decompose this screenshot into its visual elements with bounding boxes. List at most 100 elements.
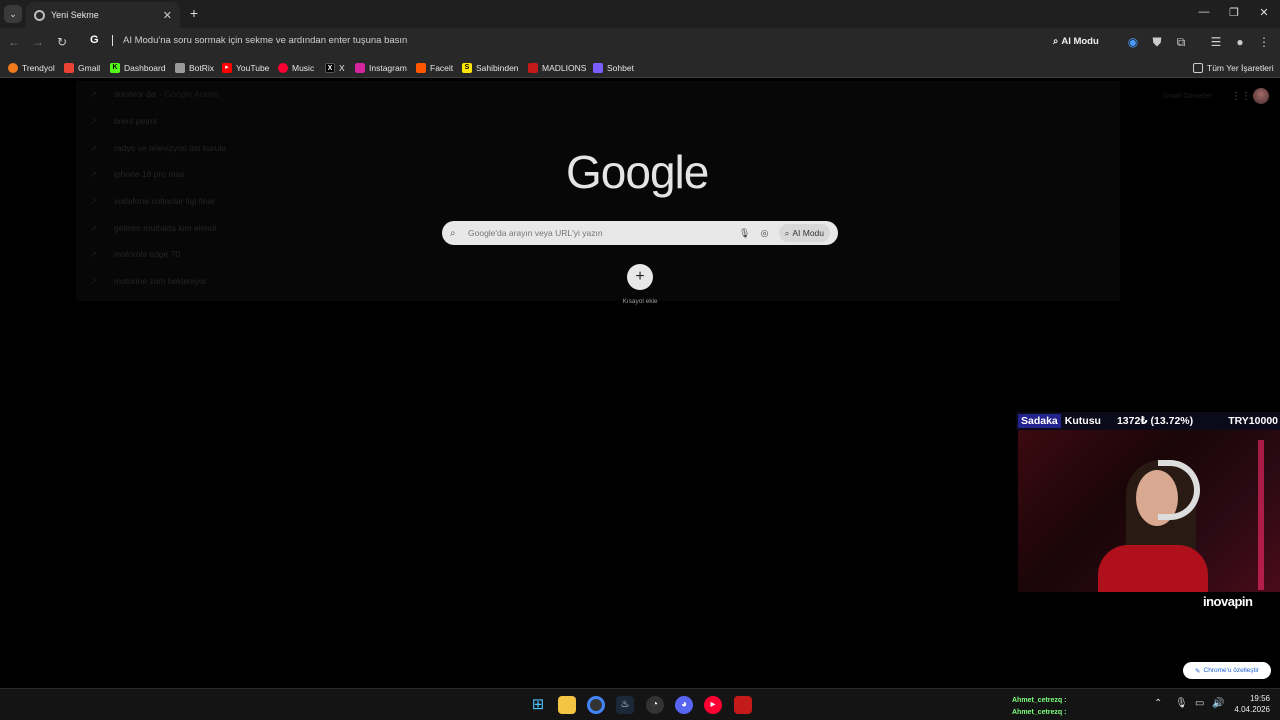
bookmark-gmail[interactable]: Gmail [64,61,100,74]
tab-search-button[interactable]: ⌄ [4,5,22,23]
suggestion-item[interactable]: ↗ radyo ve televizyon üst kurulu [90,143,226,153]
bookmark-trendyol[interactable]: Trendyol [8,61,55,74]
chat-line: Ahmet_cetrezq : [1012,697,1066,704]
sahibinden-icon: S [462,62,472,73]
trendyol-icon [8,62,18,73]
bookmark-faceit[interactable]: Faceit [416,61,453,74]
obs-icon[interactable]: ◔ [646,696,664,714]
audio-icon[interactable]: ◉ [1125,34,1141,50]
chevron-down-icon: ⌄ [9,8,17,19]
top-links[interactable]: Gmail Görseller [1163,93,1212,100]
lens-icon[interactable]: ◎ [757,228,773,239]
donation-title-a: Sadaka [1018,414,1061,428]
avatar[interactable] [1253,88,1269,104]
bookmark-label: Sohbet [607,62,634,73]
chat-username: Ahmet_cetrezq : [1012,709,1067,716]
music-icon [278,62,288,73]
ai-mode-label: AI Modu [792,228,824,238]
suggestion-item[interactable]: ↗ iphone 18 pro max [90,169,184,179]
media-icon[interactable]: ☰ [1208,34,1224,50]
person-shirt [1098,545,1208,592]
bookmark-instagram[interactable]: Instagram [355,61,407,74]
bookmark-dashboard[interactable]: K Dashboard [110,61,166,74]
add-shortcut-button[interactable]: + [627,264,653,290]
bookmarks-bar: Trendyol Gmail K Dashboard BotRix ▸ YouTub… [0,56,1280,78]
extensions-icon[interactable]: ⧉ [1173,34,1189,50]
bookmark-label: Dashboard [124,62,166,73]
maximize-button[interactable]: ❐ [1227,6,1241,19]
forward-icon[interactable]: → [30,34,46,50]
steam-icon[interactable]: ♨ [616,696,634,714]
trending-icon: ↗ [90,169,97,179]
profile-icon[interactable]: ● [1232,34,1248,50]
chat-line: Ahmet_cetrezq : [1012,709,1066,716]
suggestion-item[interactable]: ↗ motorola edge 70 [90,249,180,259]
network-icon[interactable]: ▭ [1195,698,1204,709]
taskbar: ⊞ ♨ ◔ ◕ ▸ Ahmet_cetrezq : Ahmet_cetrezq … [0,688,1280,720]
bookmark-label: YouTube [236,62,270,73]
new-tab-page: ↗ survivor da - Google Arama ↗ brent petrol… [0,79,1280,688]
webcam-feed [1018,430,1280,592]
microphone-icon[interactable]: 🎙 [737,228,753,239]
suggestion-item[interactable]: ↗ survivor da - Google Arama [90,89,219,99]
mixer-app-icon[interactable] [734,696,752,714]
shield-icon[interactable]: ⛊ [1149,34,1165,50]
bookmark-madlions[interactable]: MADLIONS [528,61,586,74]
ai-search-icon: ⌕ [1053,36,1059,47]
trending-icon: ↗ [90,143,97,153]
volume-icon[interactable]: 🔊 [1212,698,1224,709]
music-player-icon[interactable]: ▸ [704,696,722,714]
tab-title: Yeni Sekme [51,10,99,20]
file-explorer-icon[interactable] [558,696,576,714]
tray-chevron-icon[interactable]: ⌃ [1154,698,1162,709]
bookmark-sohbet[interactable]: Sohbet [593,61,634,74]
faceit-icon [416,62,426,73]
bookmark-x[interactable]: XX [325,61,345,74]
back-icon[interactable]: ← [6,34,22,50]
tab-new-tab[interactable]: Yeni Sekme ✕ [26,2,180,28]
bookmark-sahibinden[interactable]: S Sahibinden [462,61,519,74]
windows-start-icon[interactable]: ⊞ [529,696,547,714]
suggestion-item[interactable]: ↗ brent petrol [90,116,157,126]
clock-time[interactable]: 19:56 [1240,694,1270,703]
clock-date[interactable]: 4.04.2026 [1228,705,1270,714]
chat-username: Ahmet_cetrezq : [1012,697,1067,704]
bookmark-label: Sahibinden [476,62,519,73]
suggestion-item[interactable]: ↗ motorine zam bekleniyor [90,276,207,286]
bookmark-label: BotRix [189,62,215,73]
bookmark-botrix[interactable]: BotRix [175,61,214,74]
bookmark-music[interactable]: Music [278,61,314,74]
chrome-taskbar-icon[interactable] [587,696,605,714]
new-tab-button[interactable]: + [186,5,202,21]
suggestion-text: motorola edge 70 [114,249,181,259]
close-tab-icon[interactable]: ✕ [163,9,172,22]
close-window-button[interactable]: ✕ [1257,6,1271,19]
all-bookmarks[interactable]: Tüm Yer İşaretleri [1193,61,1274,74]
suggestion-item[interactable]: ↗ gelinim mutfakta kim elendi [90,223,217,233]
suggestion-item[interactable]: ↗ vodafone sultanlar ligi final [90,196,214,206]
search-input[interactable] [468,228,733,238]
sohbet-icon [593,62,603,73]
bookmark-label: MADLIONS [542,62,587,73]
ai-mode-search-button[interactable]: ⌕ AI Modu [778,224,830,242]
minimize-button[interactable]: — [1197,6,1211,18]
google-logo: Google [566,146,709,198]
suggestion-text: survivor da [114,89,156,99]
donation-goal-bar: Sadaka Kutusu 1372₺ (13.72%) TRY10000 [1016,412,1280,430]
discord-icon[interactable]: ◕ [675,696,693,714]
reload-icon[interactable]: ↻ [54,34,70,50]
suggestion-subtext: - Google Arama [159,89,220,99]
trending-icon: ↗ [90,276,97,286]
microphone-tray-icon[interactable]: 🎙 [1175,698,1188,709]
search-box[interactable]: ⌕ 🎙 ◎ ⌕ AI Modu [442,221,838,245]
bookmark-youtube[interactable]: ▸ YouTube [222,61,269,74]
trending-icon: ↗ [90,223,97,233]
bookmark-label: X [339,62,345,73]
suggestion-text: iphone 18 pro max [114,169,185,179]
customize-chrome-button[interactable]: ✎ Chrome'u özelleştir [1183,662,1271,679]
donation-amount: 1372₺ (13.72%) [1116,415,1194,427]
ai-mode-button[interactable]: ⌕ AI Modu [1053,33,1099,50]
madlions-icon [528,62,538,73]
menu-icon[interactable]: ⋮ [1256,34,1272,50]
omnibox-input[interactable]: AI Modu'na soru sormak için sekme ve ard… [112,35,407,46]
